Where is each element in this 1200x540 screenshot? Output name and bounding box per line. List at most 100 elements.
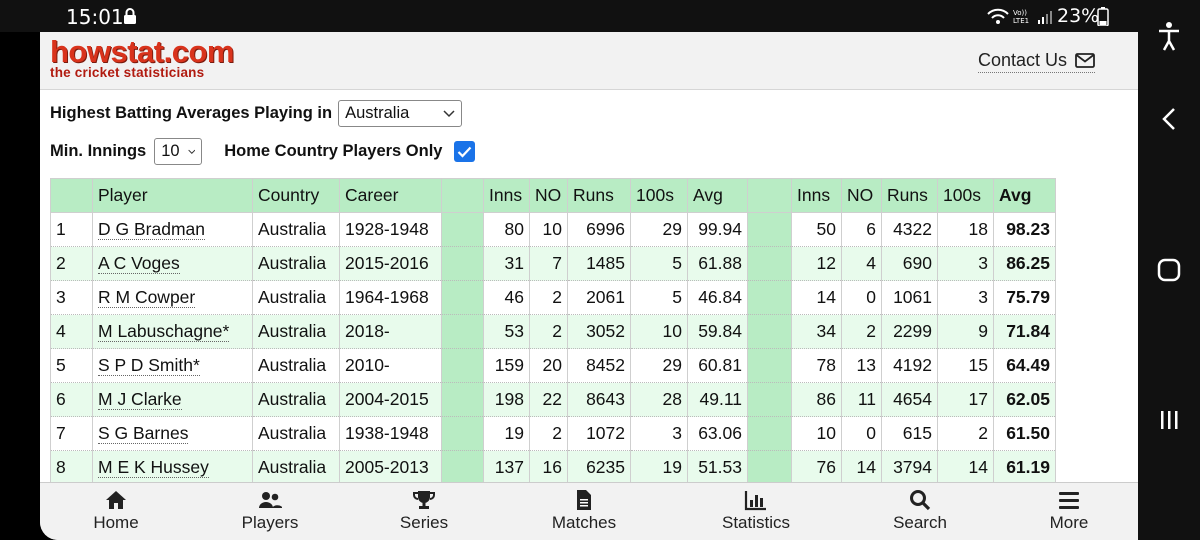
no-cell: 22 xyxy=(529,382,568,417)
avg-cell: 63.06 xyxy=(687,416,748,451)
nav-search[interactable]: Search xyxy=(888,489,952,533)
player-link[interactable]: S P D Smith* xyxy=(98,355,200,376)
column-separator xyxy=(441,382,484,417)
home-hundreds-cell: 3 xyxy=(937,280,994,315)
home-only-checkbox[interactable] xyxy=(454,141,476,162)
country-cell: Australia xyxy=(252,416,340,451)
site-tagline: the cricket statisticians xyxy=(50,65,205,80)
inns-cell: 19 xyxy=(483,416,530,451)
nav-statistics[interactable]: Statistics xyxy=(716,489,796,533)
career-header[interactable]: Career xyxy=(339,178,442,213)
hundreds-cell: 29 xyxy=(630,212,688,247)
country-select[interactable]: Australia xyxy=(338,100,463,127)
avg-cell: 59.84 xyxy=(687,314,748,349)
nav-more[interactable]: More xyxy=(1043,489,1095,533)
home-hundreds-cell: 9 xyxy=(937,314,994,349)
no-cell: 7 xyxy=(529,246,568,281)
rank-cell: 6 xyxy=(50,382,93,417)
recent-apps-icon[interactable] xyxy=(1138,398,1200,442)
home-avg-cell: 98.23 xyxy=(993,212,1056,247)
player-cell: D G Bradman xyxy=(92,212,253,247)
status-time: 15:01 xyxy=(66,5,124,29)
accessibility-icon[interactable] xyxy=(1138,14,1200,58)
home-avg-cell: 71.84 xyxy=(993,314,1056,349)
chevron-down-icon xyxy=(187,149,195,154)
rank-cell: 7 xyxy=(50,416,93,451)
no-cell: 2 xyxy=(529,416,568,451)
nav-home-label: Home xyxy=(93,513,139,532)
rank-cell: 5 xyxy=(50,348,93,383)
home-hundreds-header[interactable]: 100s xyxy=(937,178,994,213)
document-icon xyxy=(577,490,591,510)
back-icon[interactable] xyxy=(1138,97,1200,141)
runs-cell: 6996 xyxy=(567,212,631,247)
country-filter-label: Highest Batting Averages Playing in xyxy=(50,104,333,122)
svg-text:Vo)): Vo)) xyxy=(1013,9,1027,17)
home-no-cell: 6 xyxy=(841,212,882,247)
nav-players[interactable]: Players xyxy=(236,489,304,533)
home-inns-cell: 50 xyxy=(791,212,842,247)
home-runs-header[interactable]: Runs xyxy=(881,178,938,213)
country-cell: Australia xyxy=(252,246,340,281)
no-header[interactable]: NO xyxy=(529,178,568,213)
no-cell: 10 xyxy=(529,212,568,247)
lock-icon xyxy=(124,8,136,24)
nav-matches-label: Matches xyxy=(551,513,617,532)
player-link[interactable]: S G Barnes xyxy=(98,423,189,444)
column-separator xyxy=(747,178,792,213)
home-inns-cell: 78 xyxy=(791,348,842,383)
home-inns-header[interactable]: Inns xyxy=(791,178,842,213)
hundreds-header[interactable]: 100s xyxy=(630,178,688,213)
avg-header[interactable]: Avg xyxy=(687,178,748,213)
runs-header[interactable]: Runs xyxy=(567,178,631,213)
runs-cell: 6235 xyxy=(567,450,631,485)
chevron-down-icon xyxy=(443,109,455,117)
column-separator xyxy=(747,382,792,417)
rank-cell: 1 xyxy=(50,212,93,247)
table-row: 5S P D Smith* Australia 2010- 159 20 8452 29 60… xyxy=(50,348,1056,383)
home-avg-cell: 62.05 xyxy=(993,382,1056,417)
country-header[interactable]: Country xyxy=(252,178,340,213)
country-filter-row: Highest Batting Averages Playing in Aust… xyxy=(50,100,463,127)
inns-cell: 53 xyxy=(483,314,530,349)
player-link[interactable]: A C Voges xyxy=(98,253,180,274)
column-separator xyxy=(441,348,484,383)
home-inns-cell: 12 xyxy=(791,246,842,281)
avg-cell: 46.84 xyxy=(687,280,748,315)
min-innings-value: 10 xyxy=(161,142,180,160)
battery-icon xyxy=(1097,7,1109,26)
home-hundreds-cell: 3 xyxy=(937,246,994,281)
player-link[interactable]: R M Cowper xyxy=(98,287,196,308)
player-link[interactable]: M J Clarke xyxy=(98,389,182,410)
player-link[interactable]: D G Bradman xyxy=(98,219,205,240)
inns-cell: 46 xyxy=(483,280,530,315)
home-button-icon[interactable] xyxy=(1138,248,1200,292)
rank-header xyxy=(50,178,93,213)
runs-cell: 2061 xyxy=(567,280,631,315)
nav-matches[interactable]: Matches xyxy=(545,489,623,533)
player-link[interactable]: M Labuschagne* xyxy=(98,321,230,342)
avg-cell: 60.81 xyxy=(687,348,748,383)
home-no-header[interactable]: NO xyxy=(841,178,882,213)
bar-chart-icon xyxy=(744,491,766,511)
home-avg-header[interactable]: Avg xyxy=(993,178,1056,213)
column-separator xyxy=(441,280,484,315)
hundreds-cell: 19 xyxy=(630,450,688,485)
country-cell: Australia xyxy=(252,212,340,247)
no-cell: 20 xyxy=(529,348,568,383)
nav-search-label: Search xyxy=(893,513,947,532)
country-cell: Australia xyxy=(252,382,340,417)
nav-home[interactable]: Home xyxy=(83,489,149,533)
nav-series[interactable]: Series xyxy=(394,489,454,533)
no-cell: 2 xyxy=(529,280,568,315)
checkmark-icon xyxy=(458,146,472,158)
player-link[interactable]: M E K Hussey xyxy=(98,457,209,478)
search-icon xyxy=(910,490,931,511)
country-cell: Australia xyxy=(252,450,340,485)
inns-header[interactable]: Inns xyxy=(483,178,530,213)
inns-cell: 31 xyxy=(483,246,530,281)
player-header[interactable]: Player xyxy=(92,178,253,213)
table-header-row: Player Country Career Inns NO Runs 100s … xyxy=(50,178,1056,213)
contact-us-link[interactable]: Contact Us xyxy=(978,50,1096,73)
min-innings-select[interactable]: 10 xyxy=(154,138,203,165)
